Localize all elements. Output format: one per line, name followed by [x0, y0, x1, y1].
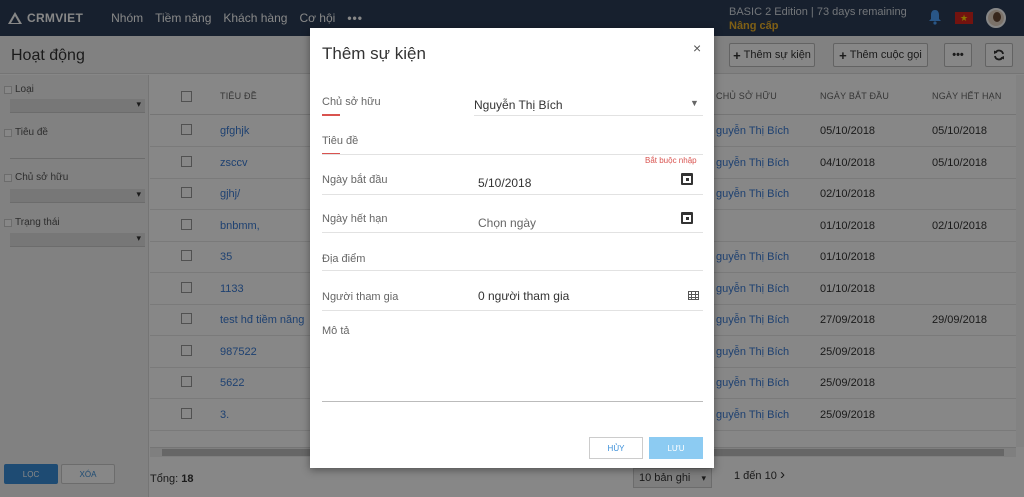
- start-date-input[interactable]: 5/10/2018: [478, 176, 531, 190]
- cancel-button[interactable]: HỦY: [589, 437, 643, 459]
- required-message: Bắt buộc nhập: [645, 156, 697, 165]
- owner-label: Chủ sở hữu: [322, 96, 381, 108]
- location-underline: [322, 270, 703, 271]
- location-label[interactable]: Địa điểm: [322, 253, 365, 265]
- owner-select[interactable]: Nguyễn Thị Bích: [474, 98, 563, 112]
- end-date-underline: [322, 232, 703, 233]
- close-icon[interactable]: ×: [693, 40, 701, 56]
- participants-underline: [322, 310, 703, 311]
- title-underline: [322, 154, 703, 155]
- participants-label: Người tham gia: [322, 291, 399, 303]
- start-date-label: Ngày bắt đầu: [322, 174, 388, 186]
- calendar-icon[interactable]: [681, 212, 693, 224]
- chevron-down-icon[interactable]: ▼: [690, 98, 699, 108]
- end-date-label: Ngày hết hạn: [322, 213, 388, 225]
- description-underline: [322, 401, 703, 402]
- description-label[interactable]: Mô tả: [322, 325, 350, 337]
- start-date-underline: [322, 194, 703, 195]
- table-grid-icon[interactable]: [688, 291, 699, 300]
- owner-underline: [474, 115, 703, 116]
- add-event-dialog: Thêm sự kiện × Chủ sở hữu Nguyễn Thị Bíc…: [310, 28, 714, 468]
- calendar-icon[interactable]: [681, 173, 693, 185]
- save-button[interactable]: LƯU: [649, 437, 703, 459]
- end-date-input[interactable]: Chọn ngày: [478, 216, 536, 230]
- owner-focus-underline: [322, 114, 340, 116]
- participants-input[interactable]: 0 người tham gia: [478, 289, 569, 303]
- dialog-title: Thêm sự kiện: [322, 44, 426, 63]
- title-label[interactable]: Tiêu đề: [322, 135, 358, 147]
